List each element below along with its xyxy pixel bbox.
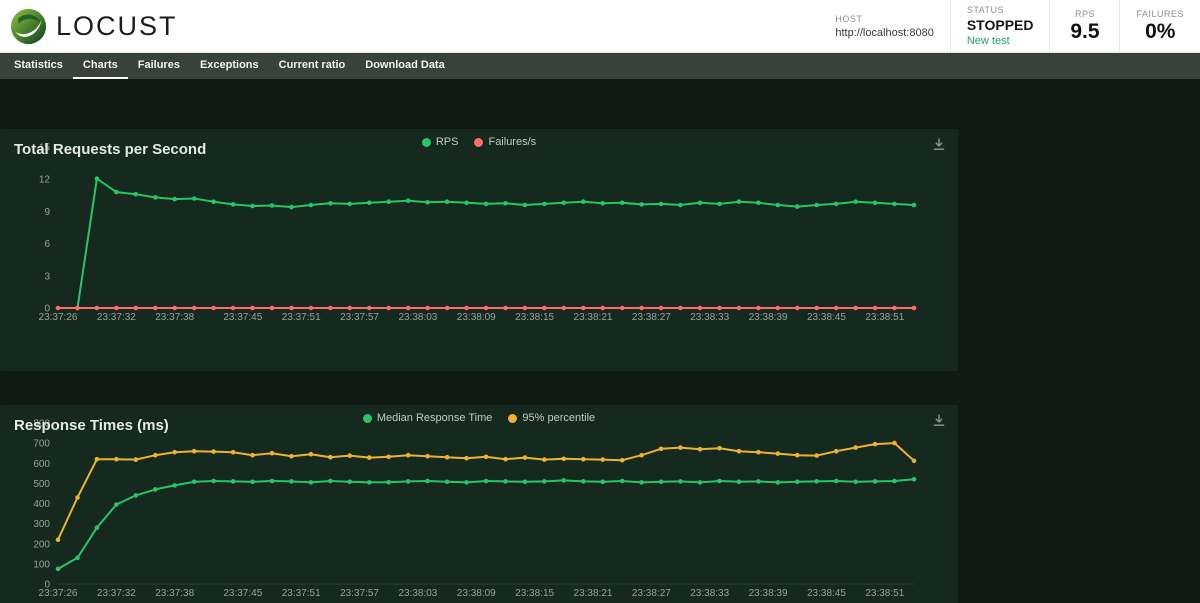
host-label: HOST — [835, 13, 863, 24]
svg-text:6: 6 — [44, 239, 50, 250]
header-stats: HOST http://localhost:8080 STATUS STOPPE… — [819, 0, 1200, 52]
legend-dot-median — [362, 413, 372, 423]
tab-failures[interactable]: Failures — [128, 53, 190, 79]
svg-text:23:38:45: 23:38:45 — [807, 588, 846, 599]
svg-text:300: 300 — [33, 519, 50, 530]
failures-value: 0% — [1145, 19, 1176, 43]
svg-text:23:38:33: 23:38:33 — [690, 312, 729, 323]
svg-text:23:38:03: 23:38:03 — [398, 312, 437, 323]
svg-text:9: 9 — [44, 207, 50, 218]
svg-text:23:38:15: 23:38:15 — [515, 588, 554, 599]
svg-text:23:37:57: 23:37:57 — [340, 312, 379, 323]
svg-text:23:38:03: 23:38:03 — [398, 588, 437, 599]
svg-text:23:38:45: 23:38:45 — [807, 312, 846, 323]
svg-text:700: 700 — [33, 439, 50, 450]
svg-text:23:38:51: 23:38:51 — [865, 312, 904, 323]
rps-chart-plot[interactable]: 0369121523:37:26 23:37:32 23:37:38 23:37:45… — [8, 129, 928, 334]
failures-block: FAILURES 0% — [1119, 0, 1200, 52]
svg-text:23:37:32: 23:37:32 — [97, 588, 136, 599]
tab-exceptions[interactable]: Exceptions — [190, 53, 269, 79]
response-times-chart-plot[interactable]: 010020030040050060070080023:37:26 23:37:3… — [8, 405, 928, 603]
svg-text:23:37:38: 23:37:38 — [155, 588, 194, 599]
svg-text:23:38:27: 23:38:27 — [632, 312, 671, 323]
host-block: HOST http://localhost:8080 — [819, 0, 949, 52]
svg-text:23:38:15: 23:38:15 — [515, 312, 554, 323]
svg-text:100: 100 — [33, 559, 50, 570]
app-header: LOCUST HOST http://localhost:8080 STATUS… — [0, 0, 1200, 53]
tab-download-data[interactable]: Download Data — [355, 53, 454, 79]
svg-text:23:38:21: 23:38:21 — [574, 588, 613, 599]
rps-chart-card: RPS Failures/s Total Requests per Second… — [0, 129, 958, 371]
failures-label: FAILURES — [1136, 8, 1184, 19]
tab-statistics[interactable]: Statistics — [4, 53, 73, 79]
download-icon[interactable] — [932, 137, 946, 151]
legend-label-p95: 95% percentile — [522, 412, 596, 424]
status-block: STATUS STOPPED New test — [949, 0, 1050, 52]
legend-item-median[interactable]: Median Response Time — [362, 412, 493, 424]
svg-text:12: 12 — [39, 175, 51, 186]
svg-text:23:38:21: 23:38:21 — [574, 312, 613, 323]
main-nav: Statistics Charts Failures Exceptions Cu… — [0, 53, 1200, 79]
svg-text:23:37:26: 23:37:26 — [39, 588, 78, 599]
svg-text:23:37:38: 23:37:38 — [155, 312, 194, 323]
legend-dot-rps — [421, 137, 431, 147]
response-times-chart-title: Response Times (ms) — [14, 417, 169, 434]
svg-text:23:37:32: 23:37:32 — [97, 312, 136, 323]
legend-item-failures[interactable]: Failures/s — [474, 136, 536, 148]
legend-dot-failures — [474, 137, 484, 147]
svg-text:23:38:09: 23:38:09 — [457, 312, 496, 323]
svg-text:23:37:51: 23:37:51 — [282, 588, 321, 599]
locust-logo-icon — [10, 8, 47, 45]
svg-text:23:37:26: 23:37:26 — [39, 312, 78, 323]
tab-current-ratio[interactable]: Current ratio — [269, 53, 356, 79]
svg-text:400: 400 — [33, 499, 50, 510]
status-value: STOPPED — [966, 17, 1034, 33]
host-value: http://localhost:8080 — [835, 26, 934, 39]
svg-text:23:38:39: 23:38:39 — [749, 588, 788, 599]
rps-chart-title: Total Requests per Second — [14, 141, 207, 158]
svg-text:600: 600 — [33, 459, 50, 470]
legend-label-failures: Failures/s — [488, 136, 537, 148]
svg-text:23:38:39: 23:38:39 — [749, 312, 788, 323]
svg-text:23:37:45: 23:37:45 — [223, 312, 262, 323]
svg-text:23:38:27: 23:38:27 — [632, 588, 671, 599]
svg-text:23:38:09: 23:38:09 — [457, 588, 496, 599]
legend-label-median: Median Response Time — [376, 412, 493, 424]
logo-wordmark: LOCUST — [56, 10, 178, 41]
rps-label: RPS — [1074, 8, 1095, 19]
locust-logo[interactable]: LOCUST — [10, 8, 178, 45]
tab-charts[interactable]: Charts — [72, 53, 128, 79]
svg-text:23:37:57: 23:37:57 — [340, 588, 379, 599]
rps-value: 9.5 — [1070, 19, 1100, 43]
legend-label-rps: RPS — [435, 136, 459, 148]
legend-item-rps[interactable]: RPS — [421, 136, 459, 148]
svg-text:23:37:45: 23:37:45 — [223, 588, 262, 599]
charts-page: RPS Failures/s Total Requests per Second… — [0, 79, 1200, 603]
status-label: STATUS — [966, 5, 1004, 15]
legend-dot-p95 — [508, 413, 518, 423]
new-test-link[interactable]: New test — [967, 35, 1034, 47]
rps-block: RPS 9.5 — [1049, 0, 1119, 52]
response-times-chart-card: Median Response Time 95% percentile Resp… — [0, 405, 958, 603]
download-icon[interactable] — [932, 413, 946, 427]
svg-text:500: 500 — [33, 479, 50, 490]
svg-text:200: 200 — [33, 539, 50, 550]
svg-text:23:38:33: 23:38:33 — [690, 588, 729, 599]
legend-item-p95[interactable]: 95% percentile — [508, 412, 595, 424]
svg-text:23:38:51: 23:38:51 — [865, 588, 904, 599]
svg-text:23:37:51: 23:37:51 — [282, 312, 321, 323]
svg-text:3: 3 — [44, 271, 50, 282]
